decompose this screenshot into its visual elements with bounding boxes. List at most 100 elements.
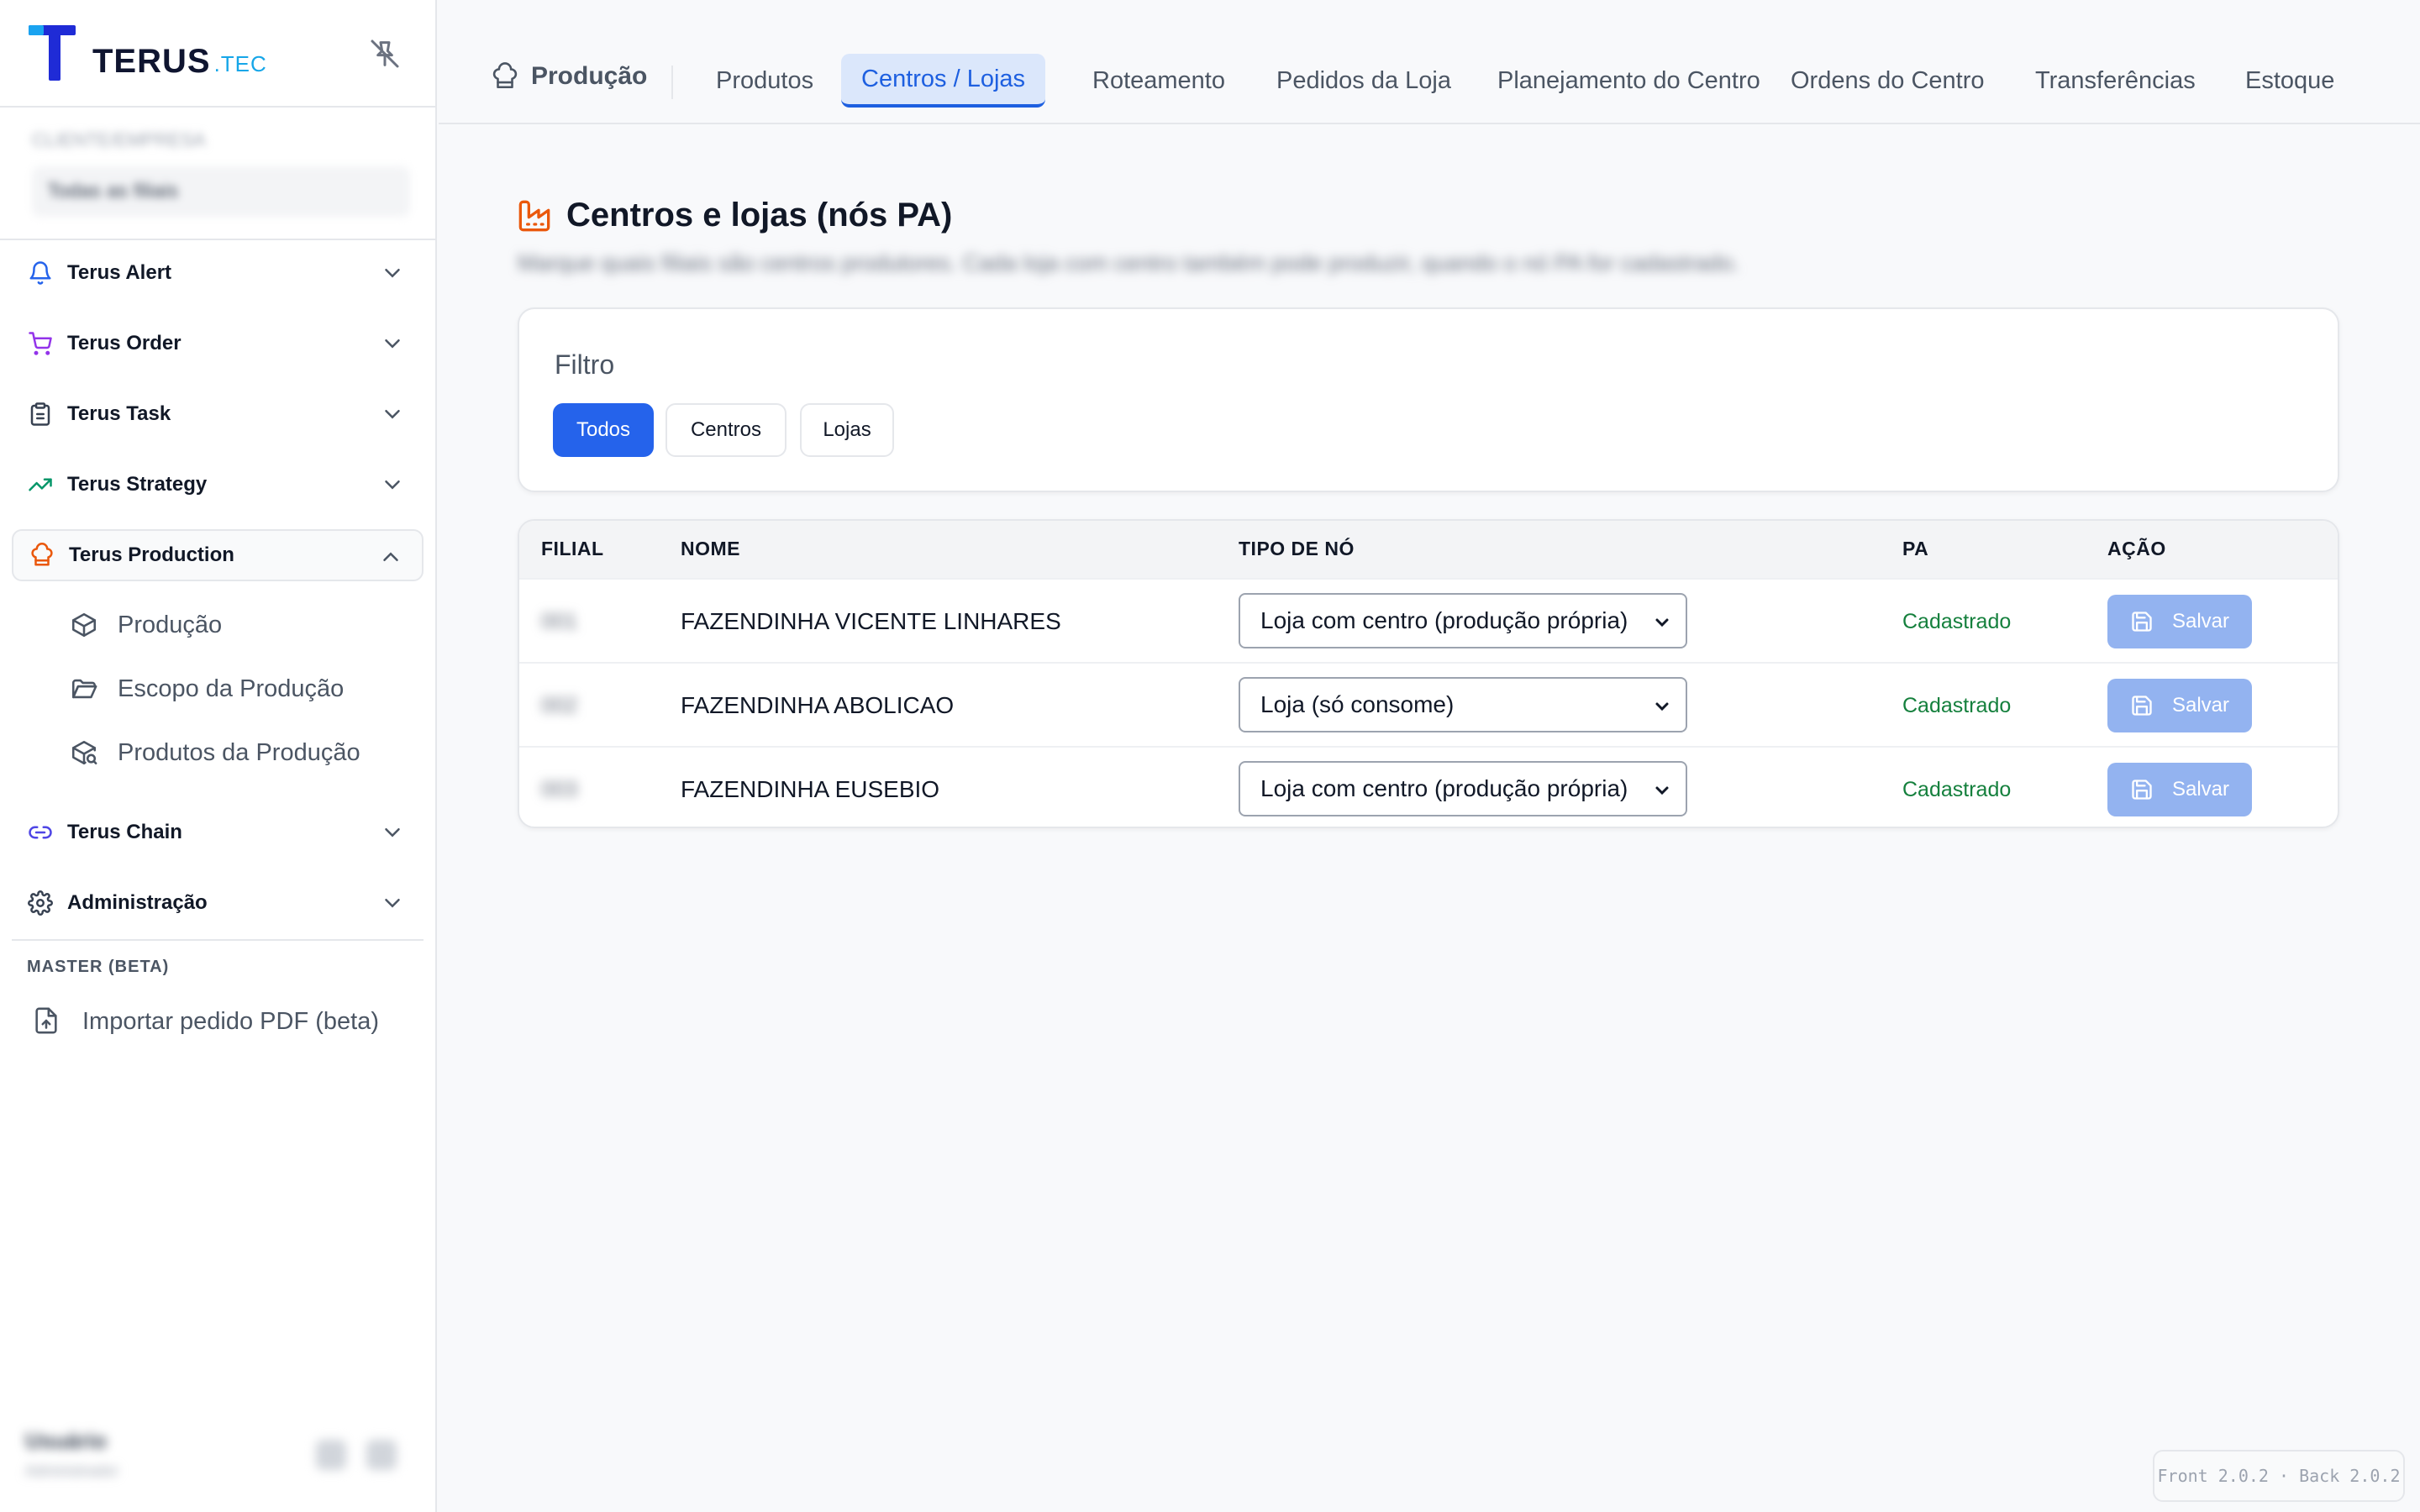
tab-home-label: Produção — [531, 62, 648, 90]
sidebar-item-label: Terus Order — [67, 332, 182, 354]
save-button[interactable]: Salvar — [2107, 679, 2252, 732]
import-pdf-order-link[interactable]: Importar pedido PDF (beta) — [32, 1000, 379, 1043]
row-nome: FAZENDINHA ABOLICAO — [681, 692, 955, 718]
tab-ordens-centro[interactable]: Ordens do Centro — [1770, 54, 2005, 108]
filter-todos-button[interactable]: Todos — [553, 403, 654, 457]
company-label: CLIENTE/EMPRESA — [32, 129, 206, 150]
table-row: 003 FAZENDINHA EUSEBIO Loja com centro (… — [519, 746, 2338, 827]
col-pa: PA — [1902, 538, 1929, 559]
tab-estoque[interactable]: Estoque — [2225, 54, 2354, 108]
sidebar-item-label: Administração — [67, 891, 208, 914]
user-name: Usuário — [25, 1428, 107, 1453]
node-type-select[interactable]: Loja com centro (produção própria) — [1239, 761, 1687, 816]
chevron-down-icon — [380, 820, 405, 845]
col-nome: NOME — [681, 538, 740, 559]
save-icon — [2130, 610, 2154, 633]
bell-icon — [27, 260, 54, 286]
company-selector: CLIENTE/EMPRESA Todas as filiais — [0, 108, 435, 240]
filter-centros-button[interactable]: Centros — [666, 403, 786, 457]
settings-button[interactable] — [316, 1440, 346, 1470]
sidebar-item-label: Terus Strategy — [67, 473, 208, 496]
import-pdf-label: Importar pedido PDF (beta) — [82, 1007, 379, 1035]
save-icon — [2130, 694, 2154, 717]
sidebar-subitem-label: Escopo da Produção — [118, 675, 345, 702]
node-type-select[interactable]: Loja com centro (produção própria) — [1239, 593, 1687, 648]
table-row: 002 FAZENDINHA ABOLICAO Loja (só consome… — [519, 662, 2338, 746]
sidebar-header: TERUS .TEC — [0, 0, 435, 108]
tab-roteamento[interactable]: Roteamento — [1072, 54, 1245, 108]
chevron-down-icon — [380, 472, 405, 497]
col-filial: FILIAL — [541, 538, 604, 559]
gear-icon — [27, 890, 54, 916]
table-row: 001 FAZENDINHA VICENTE LINHARES Loja com… — [519, 578, 2338, 662]
file-upload-icon — [32, 1006, 62, 1037]
user-panel: Usuário Administrador — [25, 1428, 412, 1487]
tab-centros-lojas[interactable]: Centros / Lojas — [841, 54, 1046, 108]
sidebar-item-terus-strategy[interactable]: Terus Strategy — [12, 459, 424, 511]
row-filial: 002 — [541, 692, 578, 717]
chevron-down-icon — [380, 402, 405, 427]
chef-hat-icon — [491, 62, 519, 91]
sidebar-item-terus-alert[interactable]: Terus Alert — [12, 247, 424, 299]
folder-icon — [67, 672, 101, 706]
node-type-select[interactable]: Loja (só consome) — [1239, 677, 1687, 732]
chevron-down-icon — [1652, 696, 1672, 716]
terus-logo-icon — [29, 25, 77, 81]
sidebar-subitem-produtos[interactable]: Produtos da Produção — [67, 721, 424, 785]
sidebar-item-terus-order[interactable]: Terus Order — [12, 318, 424, 370]
save-label: Salvar — [2171, 778, 2230, 801]
sidebar-subitem-label: Produção — [118, 611, 223, 638]
brand-logo[interactable]: TERUS .TEC — [29, 25, 267, 81]
sidebar-item-administracao[interactable]: Administração — [12, 877, 424, 929]
brand-suffix: .TEC — [213, 51, 267, 76]
trend-up-icon — [27, 471, 54, 498]
sidebar: TERUS .TEC CLIENTE/EMPRESA Todas as fili… — [0, 0, 437, 1512]
row-filial: 003 — [541, 776, 578, 801]
link-icon — [27, 819, 54, 846]
nodes-table: FILIAL NOME TIPO DE NÓ PA AÇÃO 001 FAZEN… — [518, 519, 2339, 828]
sidebar-item-label: Terus Production — [69, 543, 234, 566]
filter-card: Filtro Todos Centros Lojas — [518, 307, 2339, 492]
box-icon — [67, 608, 101, 642]
save-button[interactable]: Salvar — [2107, 763, 2252, 816]
sidebar-subitem-label: Produtos da Produção — [118, 738, 360, 766]
version-badge: Front 2.0.2 · Back 2.0.2 — [2153, 1450, 2405, 1502]
chevron-down-icon — [1652, 780, 1672, 800]
tab-transferencias[interactable]: Transferências — [2015, 54, 2216, 108]
col-acao: AÇÃO — [2107, 538, 2166, 559]
col-tipo-no: TIPO DE NÓ — [1239, 538, 1355, 559]
row-filial: 001 — [541, 608, 578, 633]
chevron-down-icon — [1652, 612, 1672, 632]
node-type-value: Loja com centro (produção própria) — [1260, 775, 1628, 801]
sidebar-item-terus-chain[interactable]: Terus Chain — [12, 806, 424, 858]
tab-pedidos-loja[interactable]: Pedidos da Loja — [1256, 54, 1471, 108]
sidebar-nav: Terus Alert Terus Order Terus Task Terus… — [12, 247, 424, 948]
row-nome: FAZENDINHA VICENTE LINHARES — [681, 608, 1061, 634]
save-icon — [2130, 778, 2154, 801]
node-type-value: Loja (só consome) — [1260, 691, 1455, 717]
sidebar-item-terus-production[interactable]: Terus Production — [12, 529, 424, 581]
row-nome: FAZENDINHA EUSEBIO — [681, 776, 940, 802]
company-select[interactable]: Todas as filiais — [32, 166, 410, 217]
master-section-label: MASTER (BETA) — [27, 958, 170, 976]
unpin-sidebar-button[interactable] — [368, 37, 402, 71]
sidebar-item-terus-task[interactable]: Terus Task — [12, 388, 424, 440]
production-submenu: Produção Escopo da Produção Produtos da … — [67, 593, 424, 785]
company-select-value: Todas as filiais — [47, 180, 179, 202]
filter-lojas-button[interactable]: Lojas — [800, 403, 894, 457]
tab-planejamento-centro[interactable]: Planejamento do Centro — [1477, 54, 1781, 108]
save-label: Salvar — [2171, 694, 2230, 717]
chevron-down-icon — [380, 260, 405, 286]
tab-home-producao[interactable]: Produção — [491, 62, 647, 91]
logout-button[interactable] — [366, 1440, 397, 1470]
tab-produtos[interactable]: Produtos — [696, 54, 834, 108]
brand-name: TERUS — [92, 43, 211, 80]
clipboard-icon — [27, 401, 54, 428]
save-button[interactable]: Salvar — [2107, 595, 2252, 648]
sidebar-subitem-producao[interactable]: Produção — [67, 593, 424, 657]
sidebar-subitem-escopo[interactable]: Escopo da Produção — [67, 657, 424, 721]
chevron-down-icon — [380, 890, 405, 916]
pa-status: Cadastrado — [1902, 610, 2012, 633]
page-title-text: Centros e lojas (nós PA) — [566, 197, 953, 234]
package-search-icon — [67, 736, 101, 769]
